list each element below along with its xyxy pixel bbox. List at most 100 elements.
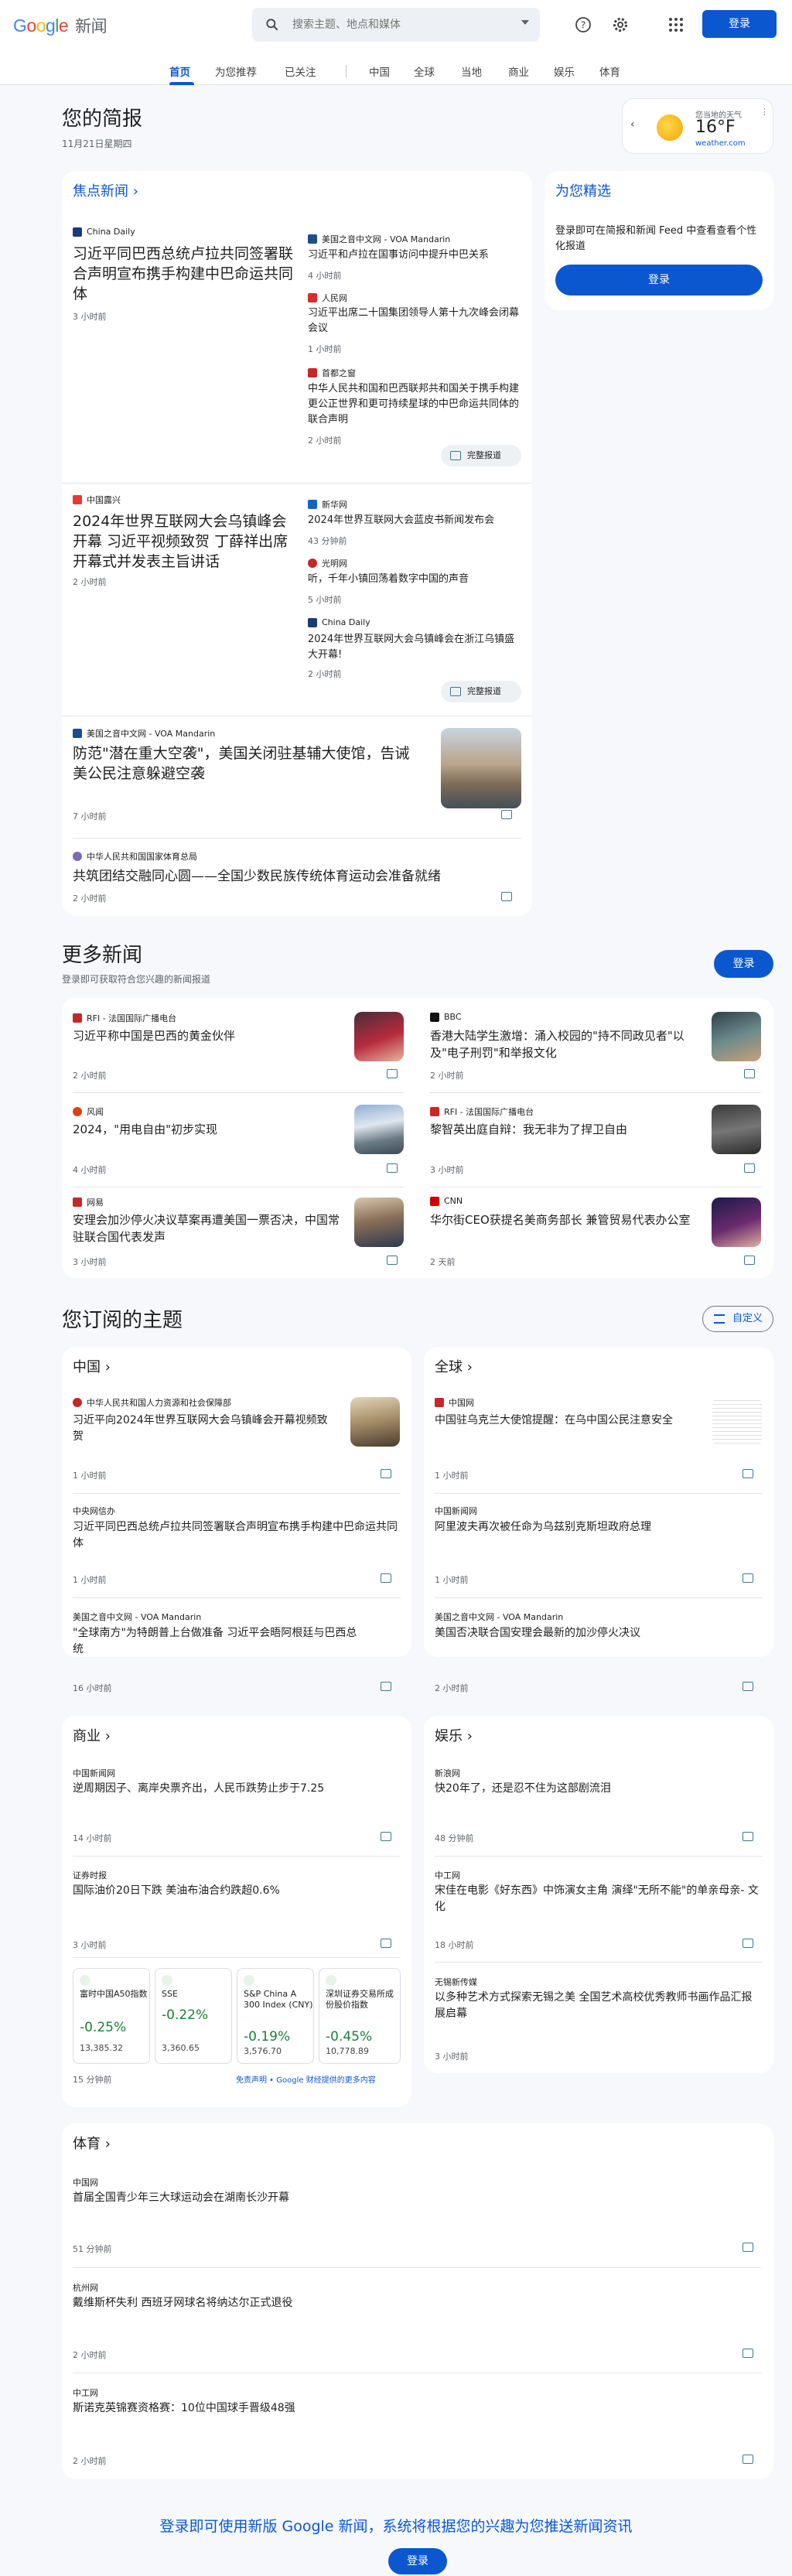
full-coverage-icon[interactable] bbox=[387, 1069, 398, 1078]
headline-link[interactable]: 防范"潜在重大空袭"，美国关闭驻基辅大使馆，告诫美公民注意躲避空袭 bbox=[73, 743, 421, 784]
settings-gear-icon[interactable] bbox=[611, 15, 630, 34]
headline-link[interactable]: 2024年世界互联网大会蓝皮书新闻发布会 bbox=[308, 513, 521, 528]
topic-china-heading[interactable]: 中国 › bbox=[73, 1356, 111, 1376]
tab-home[interactable]: 首页 bbox=[169, 63, 190, 79]
full-coverage-icon[interactable] bbox=[742, 1682, 753, 1691]
picks-sign-in-button[interactable]: 登录 bbox=[555, 265, 763, 296]
market-index-card[interactable]: SSE -0.22% 3,360.65 bbox=[155, 1968, 232, 2064]
search-box[interactable] bbox=[252, 8, 540, 42]
market-index-card[interactable]: 深圳证券交易所成份股价指数 -0.45% 10,778.89 bbox=[319, 1968, 401, 2064]
weather-widget[interactable]: ‹ 您当地的天气 16°F weather.com ⋮ bbox=[622, 98, 773, 154]
article-thumbnail[interactable] bbox=[350, 1397, 400, 1447]
weather-more-icon[interactable]: ⋮ bbox=[760, 107, 769, 117]
full-coverage-icon[interactable] bbox=[501, 810, 512, 819]
tab-entertainment[interactable]: 娱乐 bbox=[554, 63, 575, 79]
headline-link[interactable]: 安理会加沙停火决议草案再遭美国一票否决，中国常驻联合国代表发声 bbox=[73, 1211, 340, 1245]
headline-link[interactable]: 斯诺克英锦赛资格赛：10位中国球手晋级48强 bbox=[73, 2400, 691, 2417]
finance-disclaimer-link[interactable]: 免责声明 • Google 财经提供的更多内容 bbox=[236, 2073, 376, 2085]
full-coverage-icon[interactable] bbox=[381, 1573, 391, 1583]
tab-sports[interactable]: 体育 bbox=[599, 63, 620, 79]
article-thumbnail[interactable] bbox=[354, 1012, 404, 1061]
headline-link[interactable]: 听，千年小镇回荡着数字中国的声音 bbox=[308, 572, 521, 587]
sign-in-button[interactable]: 登录 bbox=[702, 10, 777, 38]
timestamp: 2 小时前 bbox=[435, 1683, 469, 1693]
headline-link[interactable]: 共筑团结交融同心圆——全国少数民族传统体育运动会准备就绪 bbox=[73, 866, 521, 887]
headline-link[interactable]: 习近平同巴西总统卢拉共同签署联合声明宣布携手构建中巴命运共同体 bbox=[73, 244, 297, 304]
headline-link[interactable]: 以多种艺术方式探索无锡之美 全国艺术高校优秀教师书画作品汇报展启幕 bbox=[435, 1990, 760, 2022]
headline-link[interactable]: 2024年世界互联网大会乌镇峰会开幕 习近平视频致贺 丁薛祥出席开幕式并发表主旨… bbox=[73, 511, 297, 572]
article-thumbnail[interactable] bbox=[712, 1105, 761, 1154]
tab-local[interactable]: 当地 bbox=[461, 63, 482, 79]
full-coverage-icon[interactable] bbox=[387, 1163, 398, 1173]
market-index-card[interactable]: S&P China A 300 Index (CNY) -0.19% 3,576… bbox=[237, 1968, 314, 2064]
market-index-card[interactable]: 富时中国A50指数 -0.25% 13,385.32 bbox=[73, 1968, 150, 2064]
headline-link[interactable]: 逆周期因子、离岸央票齐出，人民币跌势止步于7.25 bbox=[73, 1781, 398, 1797]
full-coverage-icon[interactable] bbox=[742, 2349, 753, 2358]
full-coverage-icon[interactable] bbox=[742, 2455, 753, 2464]
full-coverage-icon[interactable] bbox=[744, 1069, 755, 1078]
full-coverage-icon[interactable] bbox=[742, 2243, 753, 2252]
full-coverage-icon[interactable] bbox=[381, 1682, 391, 1691]
headline-link[interactable]: 中华人民共和国和巴西联邦共和国关于携手构建更公正世界和更可持续星球的中巴命运共同… bbox=[308, 381, 521, 428]
article-thumbnail[interactable] bbox=[712, 1397, 762, 1447]
topic-business-heading[interactable]: 商业 › bbox=[73, 1725, 111, 1745]
headline-link[interactable]: 香港大陆学生激增：涌入校园的"持不同政见者"以及"电子刑罚"和举报文化 bbox=[430, 1027, 693, 1061]
article-thumbnail[interactable] bbox=[441, 728, 521, 808]
full-coverage-icon[interactable] bbox=[381, 1469, 391, 1478]
full-coverage-icon[interactable] bbox=[381, 1939, 391, 1948]
headline-link[interactable]: 2024，"用电自由"初步实现 bbox=[73, 1121, 336, 1138]
chevron-left-icon[interactable]: ‹ bbox=[630, 118, 635, 131]
topic-world-heading[interactable]: 全球 › bbox=[435, 1356, 473, 1376]
headline-link[interactable]: 美国否决联合国安理会最新的加沙停火决议 bbox=[435, 1625, 760, 1642]
full-coverage-icon[interactable] bbox=[744, 1163, 755, 1173]
headline-link[interactable]: 国际油价20日下跌 美油布油合约跌超0.6% bbox=[73, 1883, 398, 1899]
tab-china[interactable]: 中国 bbox=[369, 63, 390, 79]
full-coverage-icon[interactable] bbox=[742, 1832, 753, 1841]
help-icon[interactable]: ? bbox=[574, 15, 592, 34]
full-coverage-button[interactable]: 完整报道 bbox=[441, 445, 521, 466]
article-thumbnail[interactable] bbox=[354, 1197, 404, 1247]
headline-link[interactable]: 华尔街CEO获提名美商务部长 兼管贸易代表办公室 bbox=[430, 1211, 697, 1228]
topic-sports-heading[interactable]: 体育 › bbox=[73, 2133, 111, 2153]
search-input[interactable] bbox=[292, 15, 501, 34]
apps-grid-icon[interactable] bbox=[667, 15, 685, 34]
google-news-logo[interactable]: Google 新闻 bbox=[13, 14, 108, 37]
headline-link[interactable]: 阿里波夫再次被任命为乌兹别克斯坦政府总理 bbox=[435, 1519, 760, 1536]
source-label: 中国新闻网 bbox=[73, 1768, 115, 1778]
headline-link[interactable]: 习近平称中国是巴西的黄金伙伴 bbox=[73, 1027, 336, 1044]
headline-link[interactable]: 习近平同巴西总统卢拉共同签署联合声明宣布携手构建中巴命运共同体 bbox=[73, 1519, 398, 1552]
tab-business[interactable]: 商业 bbox=[508, 63, 529, 79]
full-coverage-button[interactable]: 完整报道 bbox=[441, 681, 521, 702]
headline-link[interactable]: "全球南方"为特朗普上台做准备 习近平会晤阿根廷与巴西总统 bbox=[73, 1625, 367, 1658]
full-coverage-icon[interactable] bbox=[744, 1256, 755, 1265]
footer-sign-in-button[interactable]: 登录 bbox=[388, 2548, 447, 2574]
headline-link[interactable]: 宋佳在电影《好东西》中饰演女主角 演绎"无所不能"的单亲母亲- 文化 bbox=[435, 1883, 760, 1915]
headline-link[interactable]: 习近平和卢拉在国事访问中提升中巴关系 bbox=[308, 248, 521, 263]
top-stories-heading[interactable]: 焦点新闻 › bbox=[73, 180, 138, 200]
headline-link[interactable]: 黎智英出庭自辩：我无非为了捍卫自由 bbox=[430, 1121, 693, 1138]
article-thumbnail[interactable] bbox=[354, 1105, 404, 1154]
headline-link[interactable]: 习近平出席二十国集团领导人第十九次峰会闭幕会议 bbox=[308, 306, 521, 337]
tab-world[interactable]: 全球 bbox=[414, 63, 435, 79]
topic-entertainment-heading[interactable]: 娱乐 › bbox=[435, 1725, 473, 1745]
search-dropdown-icon[interactable] bbox=[521, 20, 529, 25]
headline-link[interactable]: 快20年了，还是忍不住为这部剧流泪 bbox=[435, 1781, 760, 1797]
headline-link[interactable]: 中国驻乌克兰大使馆提醒：在乌中国公民注意安全 bbox=[435, 1413, 698, 1429]
full-coverage-icon[interactable] bbox=[381, 1832, 391, 1841]
full-coverage-icon[interactable] bbox=[742, 1469, 753, 1478]
full-coverage-icon[interactable] bbox=[742, 1573, 753, 1583]
customize-button[interactable]: 自定义 bbox=[702, 1306, 773, 1332]
tab-following[interactable]: 已关注 bbox=[285, 63, 316, 79]
more-news-sign-in-button[interactable]: 登录 bbox=[714, 950, 773, 978]
article-thumbnail[interactable] bbox=[712, 1012, 761, 1061]
headline-link[interactable]: 习近平向2024年世界互联网大会乌镇峰会开幕视频致贺 bbox=[73, 1413, 336, 1445]
weather-source-link[interactable]: weather.com bbox=[695, 139, 746, 148]
headline-link[interactable]: 戴维斯杯失利 西班牙网球名将纳达尔正式退役 bbox=[73, 2295, 691, 2311]
headline-link[interactable]: 首届全国青少年三大球运动会在湖南长沙开幕 bbox=[73, 2190, 691, 2206]
full-coverage-icon[interactable] bbox=[387, 1256, 398, 1265]
tab-for-you[interactable]: 为您推荐 bbox=[215, 63, 257, 79]
article-thumbnail[interactable] bbox=[712, 1197, 761, 1247]
headline-link[interactable]: 2024年世界互联网大会乌镇峰会在浙江乌镇盛大开幕! bbox=[308, 632, 521, 663]
full-coverage-icon[interactable] bbox=[501, 892, 512, 901]
full-coverage-icon[interactable] bbox=[742, 1939, 753, 1948]
